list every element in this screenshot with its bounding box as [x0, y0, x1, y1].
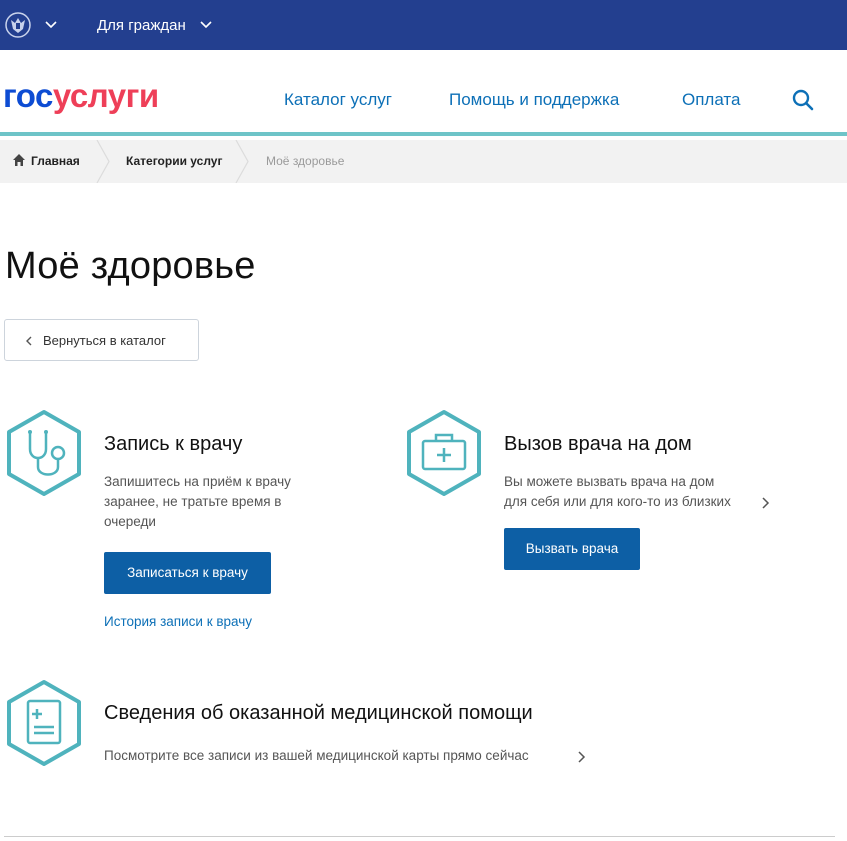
chevron-right-icon[interactable]	[760, 496, 770, 510]
home-icon[interactable]	[12, 153, 26, 167]
service-desc-appointment-line2: заранее, не тратьте время в	[104, 494, 282, 509]
chevron-right-icon[interactable]	[576, 750, 586, 764]
back-to-catalog-button[interactable]: Вернуться в каталог	[4, 319, 199, 361]
divider	[4, 836, 835, 837]
logo-part-gos: гос	[3, 77, 53, 114]
site-header: госуслуги Каталог услуг Помощь и поддерж…	[0, 50, 847, 136]
breadcrumb-separator	[235, 140, 249, 183]
search-icon[interactable]	[791, 88, 815, 112]
logo-part-uslugi: услуги	[52, 77, 159, 114]
chevron-down-icon[interactable]	[199, 19, 213, 31]
gosuslugi-logo[interactable]: госуслуги	[3, 78, 159, 114]
medical-record-icon	[7, 680, 81, 766]
service-desc-home-visit-line1: Вы можете вызвать врача на дом	[504, 474, 715, 489]
nav-service-catalog[interactable]: Каталог услуг	[284, 90, 392, 110]
service-title-medical-records[interactable]: Сведения об оказанной медицинской помощи	[104, 701, 533, 725]
book-doctor-button[interactable]: Записаться к врачу	[104, 552, 271, 594]
service-desc-appointment-line3: очереди	[104, 514, 156, 529]
chevron-left-icon	[26, 336, 32, 346]
top-bar: Для граждан	[0, 0, 847, 50]
medkit-icon	[407, 410, 481, 496]
breadcrumb-home[interactable]: Главная	[31, 153, 80, 169]
breadcrumb-current: Моё здоровье	[266, 154, 345, 168]
nav-payment[interactable]: Оплата	[682, 90, 740, 110]
appointment-history-link[interactable]: История записи к врачу	[104, 613, 252, 631]
breadcrumb: Главная Категории услуг Моё здоровье	[0, 140, 847, 183]
stethoscope-icon	[7, 410, 81, 496]
call-doctor-button[interactable]: Вызвать врача	[504, 528, 640, 570]
for-citizens-dropdown[interactable]: Для граждан	[97, 17, 186, 35]
nav-help-support[interactable]: Помощь и поддержка	[449, 90, 619, 110]
coat-of-arms-icon[interactable]	[4, 11, 32, 39]
back-button-label: Вернуться в каталог	[43, 333, 166, 348]
service-desc-medical-records: Посмотрите все записи из вашей медицинск…	[104, 748, 529, 763]
breadcrumb-categories[interactable]: Категории услуг	[126, 153, 222, 169]
breadcrumb-separator	[96, 140, 110, 183]
chevron-down-icon[interactable]	[44, 19, 58, 31]
service-title-appointment[interactable]: Запись к врачу	[104, 432, 242, 456]
page-title: Моё здоровье	[5, 245, 256, 287]
service-desc-home-visit-line2: для себя или для кого-то из близких	[504, 494, 731, 509]
service-desc-appointment-line1: Запишитесь на приём к врачу	[104, 474, 291, 489]
service-title-home-visit[interactable]: Вызов врача на дом	[504, 432, 692, 456]
